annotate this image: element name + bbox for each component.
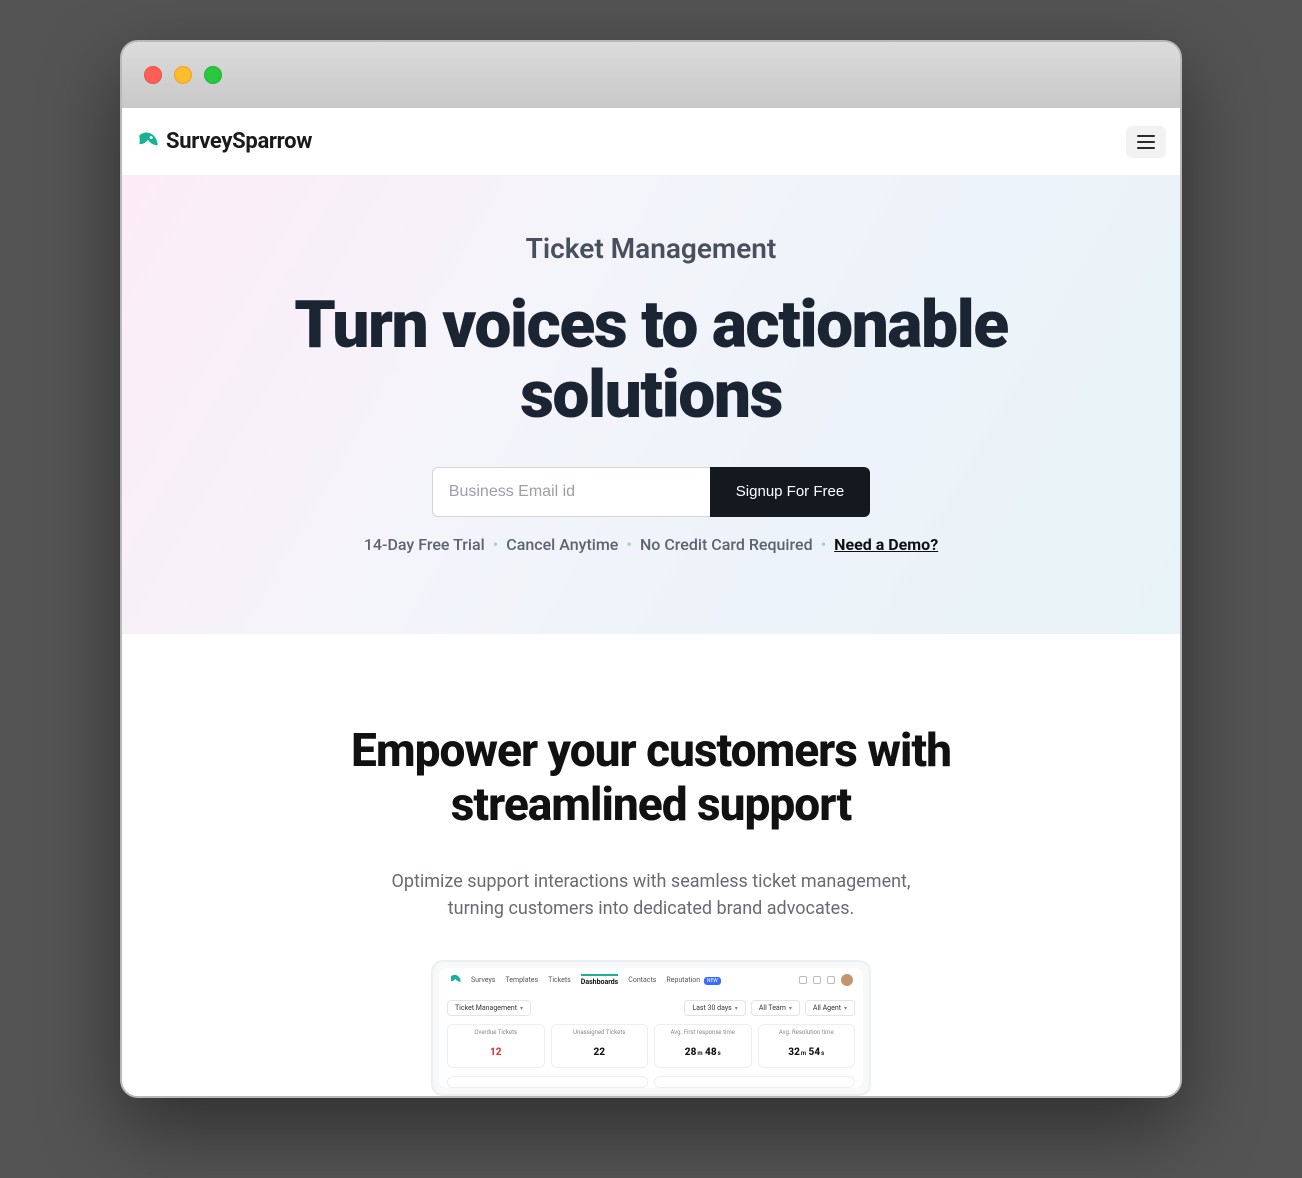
page-content: SurveySparrow Ticket Management Turn voi… — [122, 108, 1180, 1096]
expand-icon[interactable] — [799, 976, 807, 984]
sparrow-icon — [449, 973, 463, 987]
stat-value: 12 — [490, 1047, 502, 1058]
hero-headline: Turn voices to actionable solutions — [241, 291, 1061, 431]
brand-name: SurveySparrow — [166, 129, 312, 154]
chart-panel — [447, 1076, 648, 1088]
tab-contacts[interactable]: Contacts — [628, 976, 656, 984]
new-badge: NEW — [704, 977, 721, 985]
filter-team[interactable]: All Team — [751, 1000, 800, 1016]
filter-date[interactable]: Last 30 days — [684, 1000, 745, 1016]
chart-panel — [654, 1076, 855, 1088]
browser-window: SurveySparrow Ticket Management Turn voi… — [120, 40, 1182, 1098]
hero-section: Ticket Management Turn voices to actiona… — [122, 176, 1180, 634]
nocc-text: No Credit Card Required — [640, 535, 813, 554]
dashboard-preview: Surveys Templates Tickets Dashboards Con… — [431, 960, 871, 1096]
stat-resolution: Avg. Resolution time 32m 54s — [758, 1024, 856, 1068]
signup-button[interactable]: Signup For Free — [710, 467, 870, 517]
tab-surveys[interactable]: Surveys — [471, 976, 495, 984]
tab-reputation[interactable]: Reputation NEW — [666, 976, 720, 984]
trial-text: 14-Day Free Trial — [364, 535, 485, 554]
dashboard-title-chip[interactable]: Ticket Management — [447, 1000, 531, 1016]
gear-icon[interactable] — [813, 976, 821, 984]
minimize-icon[interactable] — [174, 66, 192, 84]
stat-value: 28m 48s — [685, 1047, 721, 1058]
close-icon[interactable] — [144, 66, 162, 84]
stat-value: 32m 54s — [788, 1047, 824, 1058]
dashboard-header: Surveys Templates Tickets Dashboards Con… — [439, 968, 863, 992]
email-input[interactable] — [432, 467, 710, 517]
stat-first-response: Avg. First response time 28m 48s — [654, 1024, 752, 1068]
section-lead: Optimize support interactions with seaml… — [381, 868, 921, 922]
maximize-icon[interactable] — [204, 66, 222, 84]
avatar[interactable] — [841, 974, 853, 986]
signup-form: Signup For Free — [162, 467, 1140, 517]
help-icon[interactable] — [827, 976, 835, 984]
dashboard-tabs: Surveys Templates Tickets Dashboards Con… — [471, 974, 721, 986]
hamburger-icon — [1137, 135, 1155, 137]
menu-button[interactable] — [1126, 126, 1166, 158]
support-section: Empower your customers with streamlined … — [122, 634, 1180, 1097]
stat-unassigned: Unassigned Tickets 22 — [551, 1024, 649, 1068]
top-nav: SurveySparrow — [122, 108, 1180, 176]
stat-value: 22 — [593, 1047, 605, 1058]
tab-templates[interactable]: Templates — [505, 976, 538, 984]
sparrow-icon — [136, 129, 162, 155]
filter-agent[interactable]: All Agent — [805, 1000, 855, 1016]
window-titlebar — [122, 42, 1180, 108]
tab-dashboards[interactable]: Dashboards — [581, 974, 618, 986]
brand-logo[interactable]: SurveySparrow — [136, 129, 312, 155]
stat-overdue: Overdue Tickets 12 — [447, 1024, 545, 1068]
hero-subtext: 14-Day Free Trial • Cancel Anytime • No … — [162, 535, 1140, 554]
cancel-text: Cancel Anytime — [506, 535, 618, 554]
hero-eyebrow: Ticket Management — [162, 232, 1140, 265]
section-heading: Empower your customers with streamlined … — [241, 724, 1061, 833]
tab-tickets[interactable]: Tickets — [548, 976, 571, 984]
demo-link[interactable]: Need a Demo? — [834, 535, 938, 554]
stat-cards: Overdue Tickets 12 Unassigned Tickets 22… — [447, 1024, 855, 1068]
